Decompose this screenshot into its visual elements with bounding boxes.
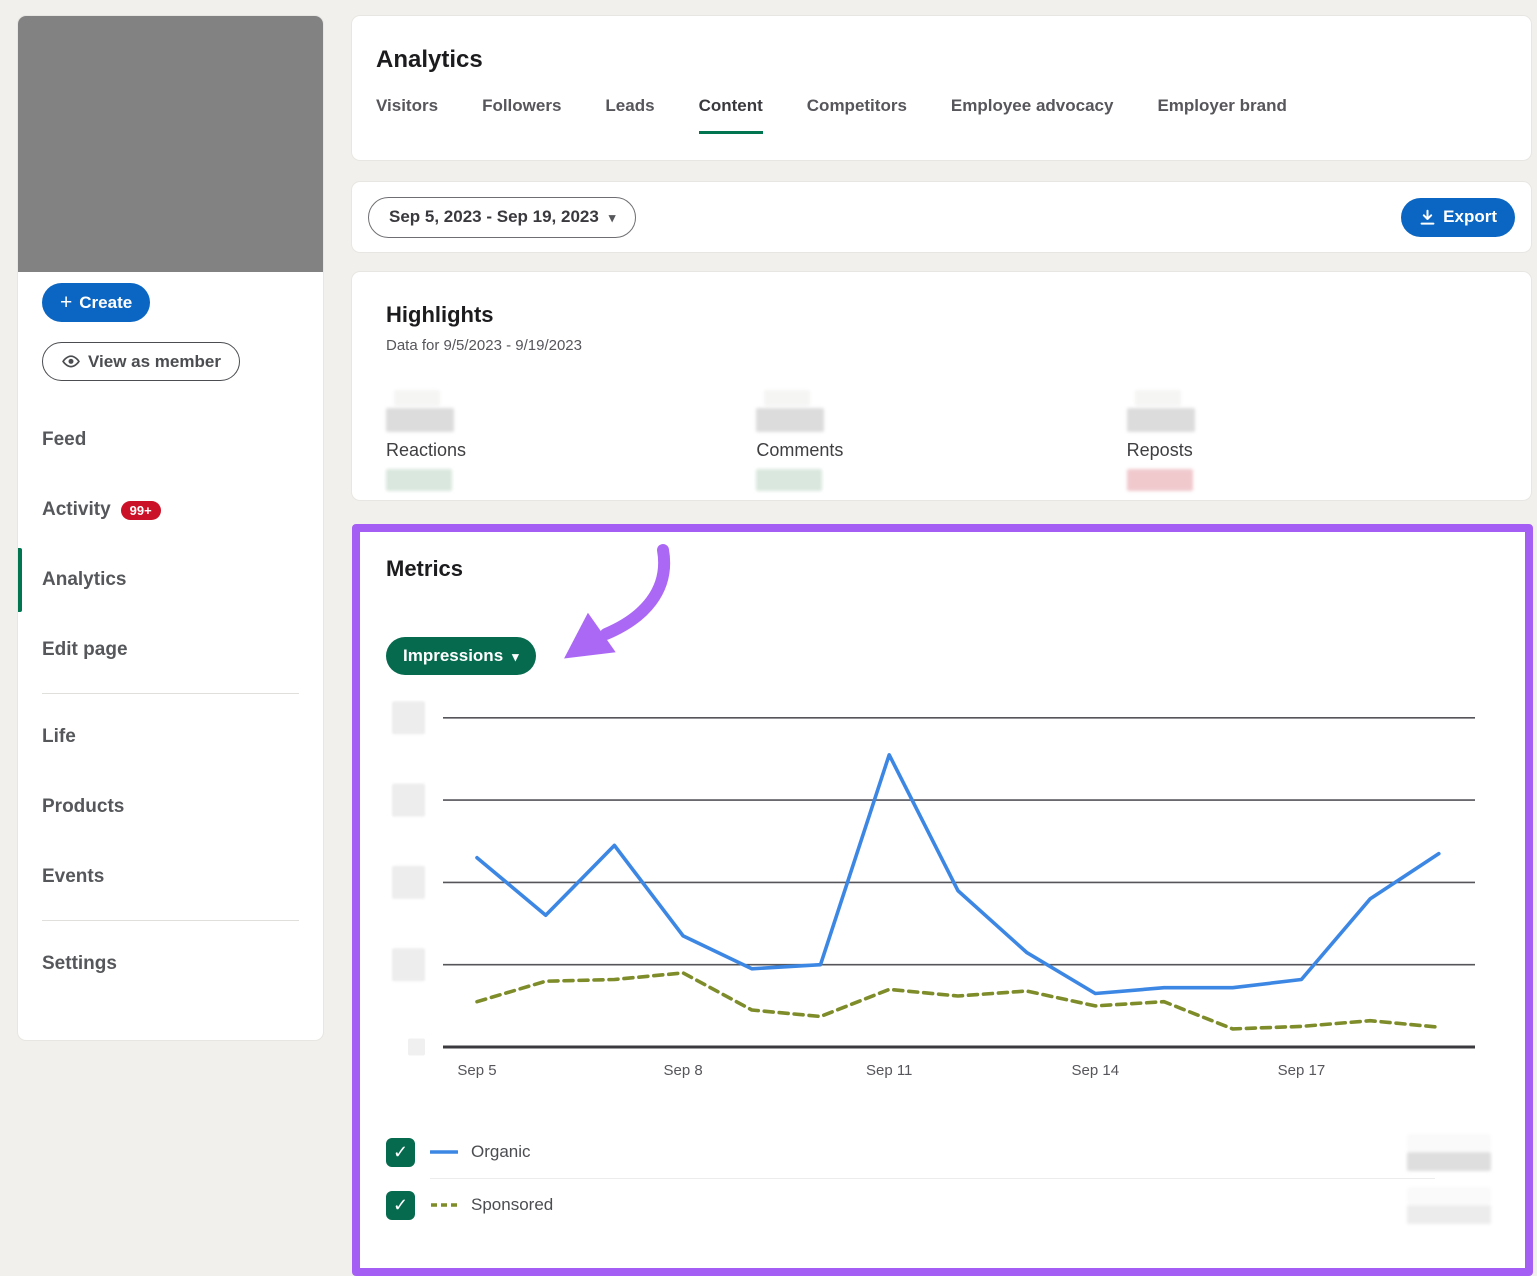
tab-employee-advocacy[interactable]: Employee advocacy	[951, 96, 1114, 134]
tab-followers[interactable]: Followers	[482, 96, 561, 134]
stat-reactions: Reactions	[386, 390, 756, 491]
create-button[interactable]: + Create	[42, 283, 150, 322]
page-title: Analytics	[376, 46, 1507, 74]
tab-visitors[interactable]: Visitors	[376, 96, 438, 134]
date-range-label: Sep 5, 2023 - Sep 19, 2023	[389, 207, 599, 227]
annotation-arrow	[540, 542, 680, 687]
sidebar-item-activity-label: Activity	[42, 499, 111, 521]
x-tick-label: Sep 11	[866, 1062, 912, 1079]
redacted-value-block	[756, 408, 824, 432]
analytics-header-card: Analytics Visitors Followers Leads Conte…	[352, 16, 1531, 160]
create-button-label: Create	[79, 293, 132, 313]
tab-competitors[interactable]: Competitors	[807, 96, 907, 134]
chart-legend: ✓ Organic ✓ Sponsored	[386, 1132, 1491, 1225]
stat-reposts-label: Reposts	[1127, 440, 1497, 461]
export-button[interactable]: Export	[1401, 198, 1515, 237]
stat-comments-label: Comments	[756, 440, 1126, 461]
sidebar-item-life[interactable]: Life	[42, 702, 299, 772]
redacted-value-block	[386, 408, 454, 432]
sidebar-item-events-label: Events	[42, 866, 104, 888]
view-as-member-label: View as member	[88, 352, 221, 372]
y-tick-label-redacted	[392, 701, 425, 734]
redacted-value-block	[394, 390, 440, 406]
highlights-title: Highlights	[386, 302, 1497, 328]
legend-row-organic: ✓ Organic	[386, 1132, 1491, 1172]
highlights-card: Highlights Data for 9/5/2023 - 9/19/2023…	[352, 272, 1531, 500]
sponsored-line-swatch	[430, 1202, 458, 1208]
sidebar-item-feed-label: Feed	[42, 429, 86, 451]
sidebar-divider	[42, 920, 299, 921]
page-logo-redacted	[18, 16, 323, 272]
eye-icon	[61, 355, 81, 368]
export-button-label: Export	[1443, 207, 1497, 227]
sidebar-divider	[42, 693, 299, 694]
y-tick-label-redacted	[408, 1039, 425, 1056]
sidebar-item-products-label: Products	[42, 796, 124, 818]
sidebar-item-products[interactable]: Products	[42, 772, 299, 842]
redacted-delta-block	[386, 469, 452, 491]
date-range-selector[interactable]: Sep 5, 2023 - Sep 19, 2023 ▾	[368, 197, 636, 238]
legend-row-sponsored: ✓ Sponsored	[386, 1185, 1491, 1225]
tab-employer-brand[interactable]: Employer brand	[1157, 96, 1286, 134]
legend-divider	[430, 1178, 1435, 1179]
sidebar-item-analytics-label: Analytics	[42, 569, 126, 591]
stat-reposts: Reposts	[1127, 390, 1497, 491]
metrics-chart-svg: Sep 5 Sep 8 Sep 11 Sep 14 Sep 17	[386, 700, 1516, 1095]
y-tick-label-redacted	[392, 948, 425, 981]
redacted-delta-block	[1127, 469, 1193, 491]
highlights-subtitle: Data for 9/5/2023 - 9/19/2023	[386, 337, 1497, 354]
view-as-member-button[interactable]: View as member	[42, 342, 240, 381]
analytics-tabs: Visitors Followers Leads Content Competi…	[376, 96, 1507, 134]
tab-leads[interactable]: Leads	[605, 96, 654, 134]
download-icon	[1419, 209, 1436, 226]
x-tick-label: Sep 8	[663, 1062, 702, 1079]
x-tick-label: Sep 17	[1278, 1062, 1326, 1079]
redacted-delta-block	[756, 469, 822, 491]
chevron-down-icon: ▾	[512, 650, 519, 663]
redacted-value-block	[764, 390, 810, 406]
tab-content[interactable]: Content	[699, 96, 763, 134]
sidebar-item-settings-label: Settings	[42, 953, 117, 975]
x-tick-label: Sep 5	[457, 1062, 496, 1079]
y-tick-label-redacted	[392, 866, 425, 899]
plus-icon: +	[60, 292, 72, 313]
activity-count-badge: 99+	[121, 501, 161, 520]
legend-sponsored-label: Sponsored	[471, 1195, 553, 1215]
metric-selector-button[interactable]: Impressions ▾	[386, 637, 536, 675]
sidebar-item-edit-page-label: Edit page	[42, 639, 128, 661]
redacted-value-block	[1135, 390, 1181, 406]
check-icon: ✓	[393, 1142, 408, 1163]
sidebar-item-edit-page[interactable]: Edit page	[42, 615, 299, 685]
y-tick-label-redacted	[392, 784, 425, 817]
sidebar-item-analytics[interactable]: Analytics	[42, 545, 299, 615]
metrics-title: Metrics	[386, 556, 463, 582]
sidebar-nav: Feed Activity 99+ Analytics Edit page Li…	[42, 405, 299, 999]
stat-comments: Comments	[756, 390, 1126, 491]
check-icon: ✓	[393, 1195, 408, 1216]
organic-checkbox-checked[interactable]: ✓	[386, 1138, 415, 1167]
redacted-value-block	[1127, 408, 1195, 432]
sidebar: + Create View as member Feed Activity 99…	[18, 16, 323, 1040]
stat-reactions-label: Reactions	[386, 440, 756, 461]
sidebar-item-life-label: Life	[42, 726, 76, 748]
organic-line	[477, 755, 1439, 994]
highlights-stats-row: Reactions Comments Reposts	[386, 390, 1497, 491]
metrics-card-highlighted: Metrics Impressions ▾ Sep 5Sep 8Sep 11Se…	[352, 524, 1533, 1276]
sidebar-item-events[interactable]: Events	[42, 842, 299, 912]
sidebar-item-feed[interactable]: Feed	[42, 405, 299, 475]
organic-line-swatch	[430, 1149, 458, 1155]
metric-selector-label: Impressions	[403, 646, 503, 666]
sidebar-item-activity[interactable]: Activity 99+	[42, 475, 299, 545]
sidebar-item-settings[interactable]: Settings	[42, 929, 299, 999]
sponsored-checkbox-checked[interactable]: ✓	[386, 1191, 415, 1220]
toolbar-card: Sep 5, 2023 - Sep 19, 2023 ▾ Export	[352, 182, 1531, 252]
legend-organic-value-redacted	[1407, 1134, 1491, 1171]
legend-organic-label: Organic	[471, 1142, 531, 1162]
metrics-chart: Sep 5 Sep 8 Sep 11 Sep 14 Sep 17	[386, 700, 1516, 1095]
x-tick-label: Sep 14	[1072, 1062, 1120, 1079]
chevron-down-icon: ▾	[609, 211, 616, 224]
legend-sponsored-value-redacted	[1407, 1187, 1491, 1224]
